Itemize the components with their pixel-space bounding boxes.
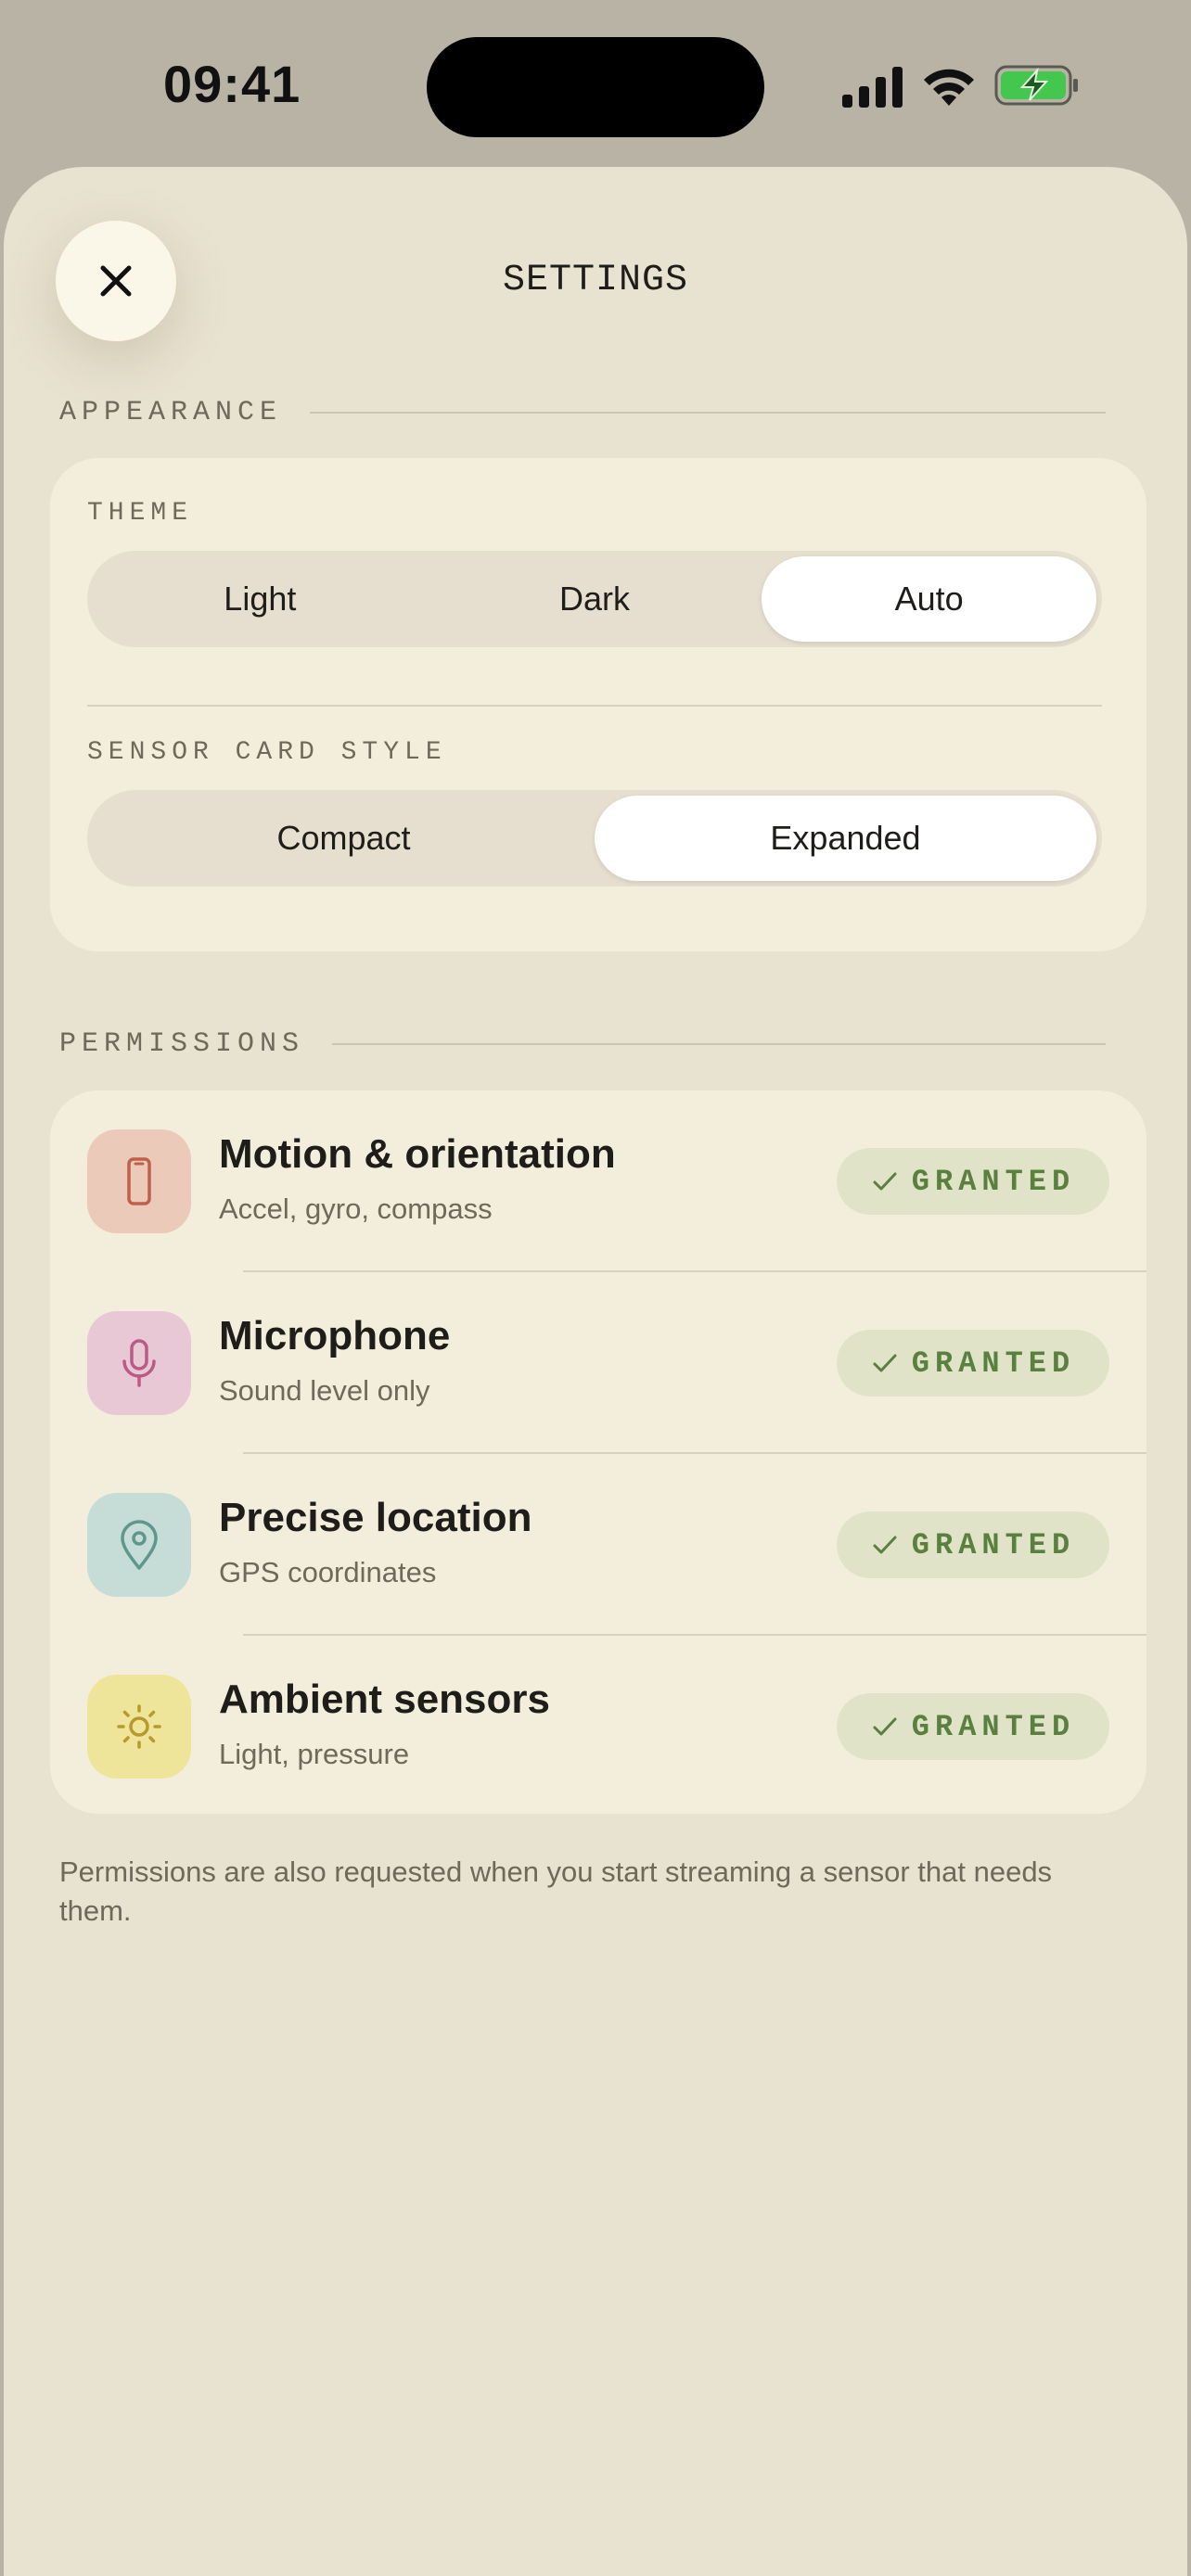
wifi-icon bbox=[924, 69, 974, 106]
status-bar: 09:41 bbox=[0, 0, 1191, 169]
sun-icon bbox=[87, 1675, 191, 1779]
permission-row-motion[interactable]: Motion & orientation Accel, gyro, compas… bbox=[50, 1090, 1146, 1272]
theme-option-auto[interactable]: Auto bbox=[762, 556, 1097, 642]
check-icon bbox=[873, 1717, 897, 1736]
dynamic-island bbox=[427, 37, 764, 137]
section-divider bbox=[310, 412, 1106, 414]
check-icon bbox=[873, 1536, 897, 1554]
permission-subtitle: Sound level only bbox=[219, 1374, 430, 1407]
permission-subtitle: Accel, gyro, compass bbox=[219, 1192, 493, 1225]
phone-icon bbox=[87, 1129, 191, 1233]
permission-row-microphone[interactable]: Microphone Sound level only GRANTED bbox=[50, 1272, 1146, 1454]
cellular-signal-icon bbox=[842, 67, 903, 108]
status-badge: GRANTED bbox=[837, 1693, 1109, 1760]
permission-title: Motion & orientation bbox=[219, 1131, 616, 1177]
theme-option-dark[interactable]: Dark bbox=[428, 556, 762, 642]
check-icon bbox=[873, 1354, 897, 1372]
status-badge: GRANTED bbox=[837, 1511, 1109, 1578]
status-badge: GRANTED bbox=[837, 1330, 1109, 1396]
check-icon bbox=[873, 1172, 897, 1191]
permission-row-location[interactable]: Precise location GPS coordinates GRANTED bbox=[50, 1454, 1146, 1636]
permissions-card: Motion & orientation Accel, gyro, compas… bbox=[50, 1090, 1146, 1814]
appearance-section-header: APPEARANCE bbox=[59, 394, 1106, 431]
permissions-section-header: PERMISSIONS bbox=[59, 1026, 1106, 1063]
status-text: GRANTED bbox=[911, 1527, 1076, 1562]
status-text: GRANTED bbox=[911, 1164, 1076, 1199]
card-style-label: SENSOR CARD STYLE bbox=[87, 738, 447, 767]
permission-row-ambient[interactable]: Ambient sensors Light, pressure GRANTED bbox=[50, 1636, 1146, 1817]
settings-sheet: SETTINGS APPEARANCE THEME Light Dark Aut… bbox=[4, 167, 1187, 2576]
card-divider bbox=[87, 705, 1102, 707]
permission-title: Microphone bbox=[219, 1313, 451, 1358]
permission-title: Precise location bbox=[219, 1495, 532, 1540]
permissions-footnote: Permissions are also requested when you … bbox=[59, 1855, 1053, 1927]
appearance-card: THEME Light Dark Auto SENSOR CARD STYLE … bbox=[50, 458, 1146, 951]
page-title: SETTINGS bbox=[502, 260, 689, 301]
card-style-option-compact[interactable]: Compact bbox=[93, 796, 595, 881]
card-style-option-expanded[interactable]: Expanded bbox=[595, 796, 1096, 881]
section-divider bbox=[332, 1043, 1106, 1045]
permission-subtitle: Light, pressure bbox=[219, 1738, 410, 1770]
battery-charging-icon bbox=[994, 65, 1078, 106]
status-text: GRANTED bbox=[911, 1345, 1076, 1381]
status-text: GRANTED bbox=[911, 1709, 1076, 1744]
microphone-icon bbox=[87, 1311, 191, 1415]
status-badge: GRANTED bbox=[837, 1148, 1109, 1215]
status-time: 09:41 bbox=[163, 55, 301, 113]
permission-title: Ambient sensors bbox=[219, 1677, 550, 1722]
theme-option-light[interactable]: Light bbox=[93, 556, 428, 642]
section-label: APPEARANCE bbox=[59, 397, 283, 428]
theme-segmented-control: Light Dark Auto bbox=[87, 551, 1102, 647]
location-pin-icon bbox=[87, 1493, 191, 1597]
card-style-segmented-control: Compact Expanded bbox=[87, 790, 1102, 886]
theme-label: THEME bbox=[87, 499, 194, 528]
permission-subtitle: GPS coordinates bbox=[219, 1556, 437, 1588]
section-label: PERMISSIONS bbox=[59, 1028, 305, 1060]
